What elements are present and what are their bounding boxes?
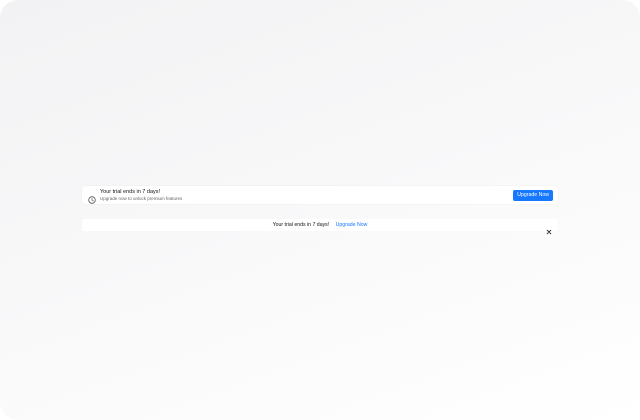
page-canvas: Your trial ends in 7 days! Upgrade now t… bbox=[0, 0, 640, 420]
close-icon[interactable] bbox=[546, 222, 552, 235]
trial-banner-subtitle: Upgrade now to unlock premium features bbox=[100, 196, 183, 201]
trial-bar: Your trial ends in 7 days! Upgrade Now bbox=[82, 219, 558, 235]
trial-bar-message: Your trial ends in 7 days! bbox=[272, 222, 330, 228]
trial-bar-content: Your trial ends in 7 days! Upgrade Now bbox=[82, 219, 558, 231]
upgrade-now-link[interactable]: Upgrade Now bbox=[336, 219, 368, 231]
trial-banner: Your trial ends in 7 days! Upgrade now t… bbox=[82, 186, 558, 204]
trial-banner-title: Your trial ends in 7 days! bbox=[100, 189, 161, 195]
upgrade-now-button[interactable]: Upgrade Now bbox=[513, 190, 553, 201]
clock-icon bbox=[88, 191, 96, 204]
